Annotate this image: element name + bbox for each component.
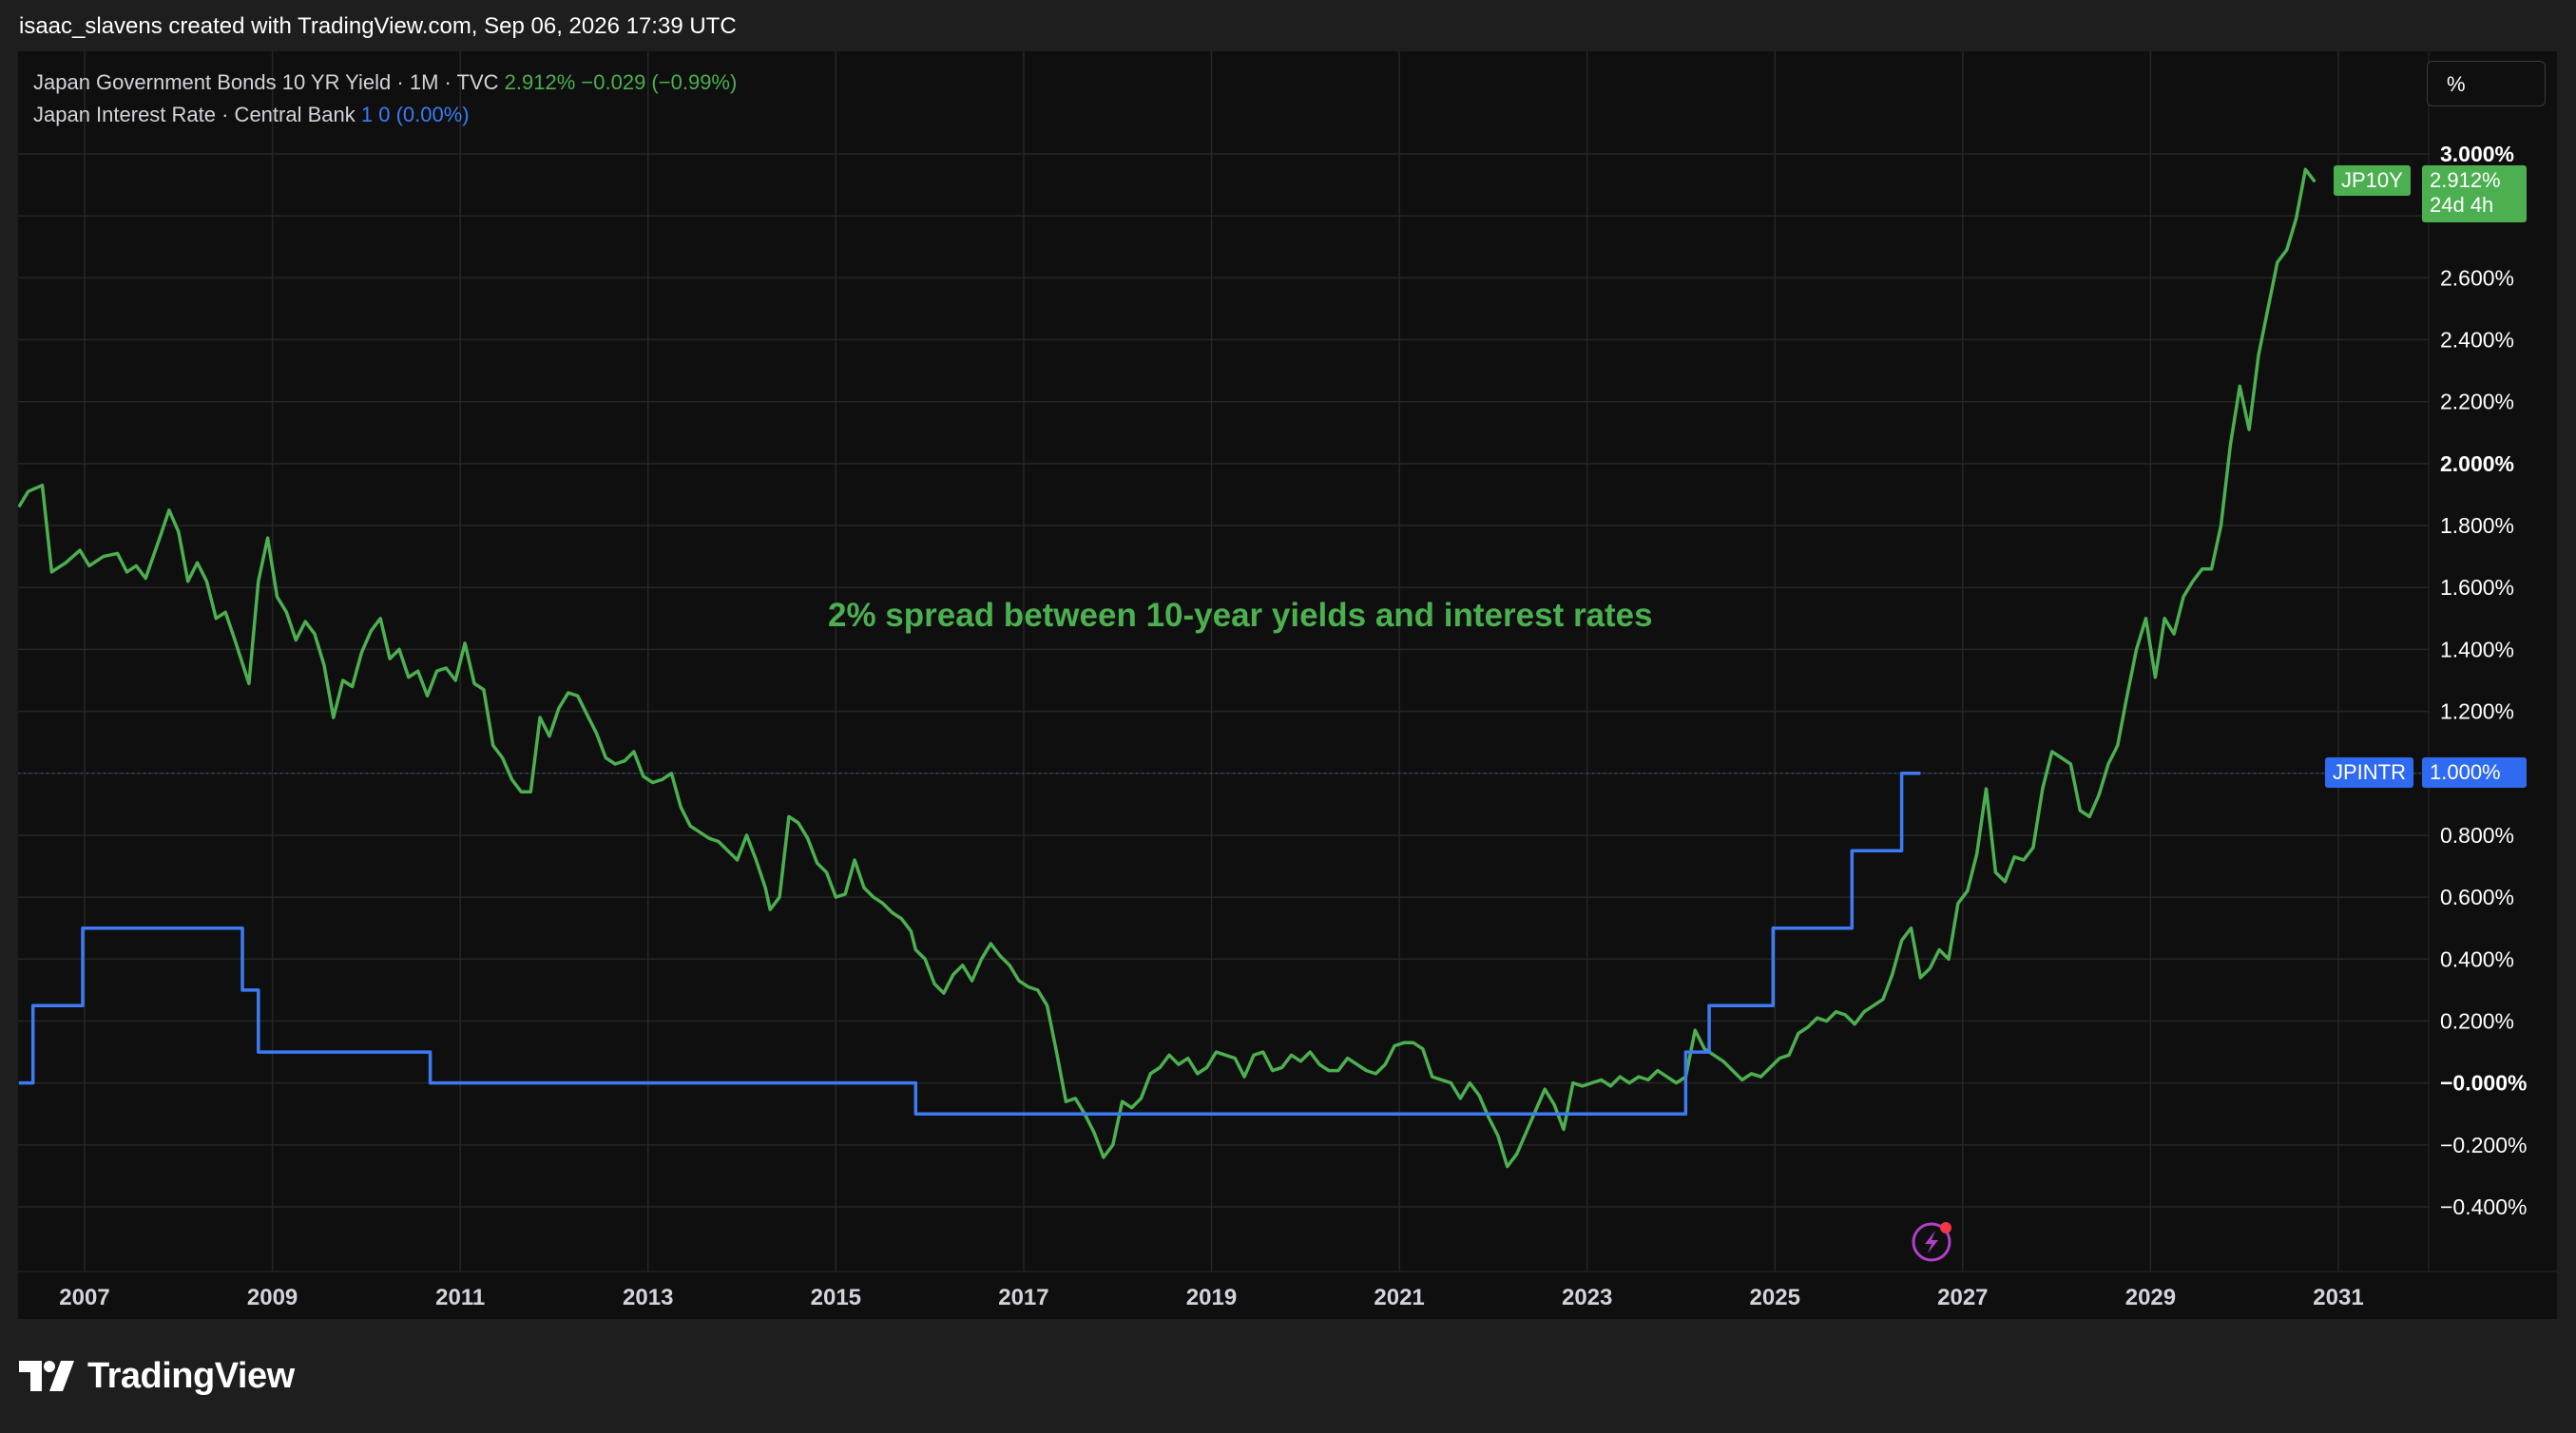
lightning-bolt-icon <box>1925 1231 1938 1253</box>
legend-jpintr-value: 1 <box>360 103 374 126</box>
jpintr-symbol-tag: JPINTR <box>2325 757 2413 788</box>
x-tick-label: 2023 <box>1562 1285 1612 1310</box>
x-tick-label: 2015 <box>811 1285 861 1310</box>
chart-attribution: isaac_slavens created with TradingView.c… <box>19 13 737 39</box>
y-tick-label: 0.200% <box>2440 1008 2514 1033</box>
y-tick-label: 1.800% <box>2440 513 2514 538</box>
jpintr-series-line <box>18 772 1921 1116</box>
legend: Japan Government Bonds 10 YR Yield · 1M … <box>33 67 737 131</box>
legend-row-jp10y[interactable]: Japan Government Bonds 10 YR Yield · 1M … <box>33 67 737 99</box>
x-tick-label: 2011 <box>435 1285 485 1310</box>
legend-jpintr-change: 0 (0.00%) <box>378 103 470 126</box>
legend-jpintr-label: Japan Interest Rate · Central Bank <box>33 103 356 126</box>
x-tick-label: 2029 <box>2125 1285 2176 1310</box>
jp10y-value-tag: 2.912% 24d 4h <box>2422 165 2527 222</box>
tradingview-wordmark: TradingView <box>87 1355 295 1396</box>
x-tick-label: 2021 <box>1374 1285 1424 1310</box>
y-tick-label: −0.000% <box>2440 1071 2527 1096</box>
x-tick-label: 2017 <box>998 1285 1048 1310</box>
y-tick-label: 2.000% <box>2440 451 2514 476</box>
chart-panel[interactable]: 3.000% 2.600% 2.400% 2.200% 2.000% 1.800% 1.60… <box>18 51 2557 1319</box>
y-tick-label: 0.400% <box>2440 946 2514 971</box>
y-tick-label: −0.400% <box>2440 1194 2527 1219</box>
legend-jp10y-change: −0.029 (−0.99%) <box>581 70 738 94</box>
jp10y-symbol-tag: JP10Y <box>2334 165 2411 196</box>
chart-annotation[interactable]: 2% spread between 10-year yields and int… <box>828 597 1653 635</box>
x-tick-label: 2031 <box>2313 1285 2363 1310</box>
legend-row-jpintr[interactable]: Japan Interest Rate · Central Bank 1 0 (… <box>33 99 737 131</box>
y-tick-label: 1.200% <box>2440 699 2514 724</box>
jp10y-value: 2.912% <box>2430 168 2501 192</box>
x-tick-label: 2007 <box>59 1285 109 1310</box>
legend-jp10y-value: 2.912% <box>504 70 576 94</box>
x-tick-label: 2027 <box>1937 1285 1988 1310</box>
legend-jp10y-label: Japan Government Bonds 10 YR Yield · 1M … <box>33 70 499 94</box>
y-tick-label: 1.600% <box>2440 575 2514 600</box>
jp10y-countdown: 24d 4h <box>2430 193 2494 217</box>
jp10y-series-line <box>18 167 2316 1169</box>
y-tick-label: 1.400% <box>2440 637 2514 661</box>
events-notification-dot <box>1940 1222 1951 1233</box>
tradingview-logo-icon <box>19 1361 74 1391</box>
jpintr-value-tag: 1.000% <box>2422 757 2527 788</box>
x-tick-label: 2013 <box>623 1285 673 1310</box>
x-tick-label: 2009 <box>247 1285 298 1310</box>
y-tick-label: 2.200% <box>2440 390 2514 414</box>
y-tick-label: −0.200% <box>2440 1133 2527 1157</box>
chart-svg[interactable]: 3.000% 2.600% 2.400% 2.200% 2.000% 1.800% 1.60… <box>18 51 2557 1319</box>
x-tick-label: 2019 <box>1186 1285 1237 1310</box>
x-tick-label: 2025 <box>1750 1285 1800 1310</box>
y-tick-label: 3.000% <box>2440 142 2514 166</box>
y-tick-label: 2.400% <box>2440 328 2514 353</box>
tradingview-logo[interactable]: TradingView <box>19 1355 295 1397</box>
y-tick-label: 2.600% <box>2440 265 2514 290</box>
percent-scale-button[interactable]: % <box>2427 61 2546 106</box>
y-tick-label: 0.800% <box>2440 823 2514 848</box>
y-tick-label: 0.600% <box>2440 885 2514 909</box>
